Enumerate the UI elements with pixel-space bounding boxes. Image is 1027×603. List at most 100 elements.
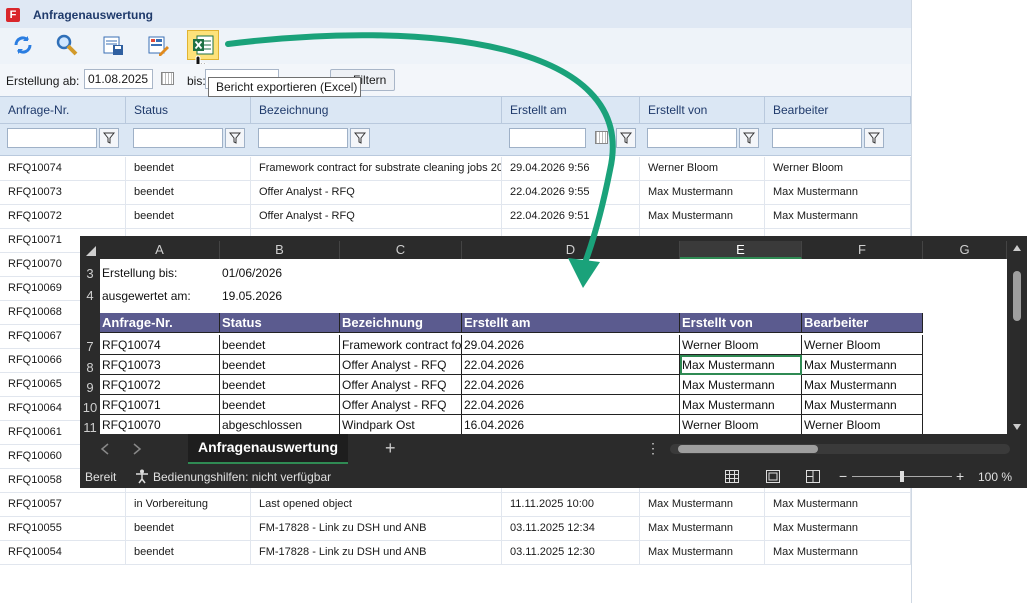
excel-cell[interactable]: Werner Bloom (680, 335, 802, 355)
filter-funnel-button[interactable] (99, 128, 119, 148)
refresh-button[interactable] (7, 30, 39, 60)
zoom-slider[interactable] (852, 471, 952, 482)
excel-cell[interactable]: Max Mustermann (802, 375, 923, 395)
excel-cell[interactable]: Offer Analyst - RFQ (340, 375, 462, 395)
filter-funnel-button[interactable] (864, 128, 884, 148)
excel-cell[interactable]: RFQ10071 (100, 395, 220, 415)
excel-cell[interactable]: beendet (220, 355, 340, 375)
normal-view-icon[interactable] (725, 470, 739, 483)
excel-cell[interactable]: abgeschlossen (220, 415, 340, 434)
excel-cell[interactable]: 22.04.2026 (462, 355, 680, 375)
vertical-scroll-thumb[interactable] (1013, 271, 1021, 321)
add-sheet-button[interactable]: + (385, 438, 396, 459)
excel-cell[interactable]: Max Mustermann (680, 395, 802, 415)
excel-sheet[interactable]: Erstellung bis: 01/06/2026 ausgewertet am:… (100, 259, 1007, 434)
save-report-button[interactable] (97, 30, 129, 60)
excel-cell[interactable]: Werner Bloom (802, 415, 923, 434)
table-row[interactable]: RFQ10057 in Vorbereitung Last opened objec… (0, 493, 911, 517)
excel-header-cell[interactable]: Status (220, 313, 340, 333)
created-from-input[interactable]: 01.08.2025 (84, 69, 153, 89)
excel-column-c[interactable]: C (340, 241, 462, 259)
column-header[interactable]: Erstellt von (640, 97, 765, 123)
excel-column-f[interactable]: F (802, 241, 923, 259)
excel-column-d[interactable]: D (462, 241, 680, 259)
excel-cell[interactable]: 29.04.2026 (462, 335, 680, 355)
scroll-down-icon[interactable] (1012, 423, 1022, 431)
column-filter-input[interactable] (133, 128, 223, 148)
accessibility-status[interactable]: Bedienungshilfen: nicht verfügbar (153, 470, 331, 484)
column-filter-input[interactable] (509, 128, 586, 148)
excel-cell[interactable]: Max Mustermann (802, 355, 923, 375)
column-header[interactable]: Erstellt am (502, 97, 640, 123)
accessibility-icon[interactable] (135, 469, 149, 484)
excel-row-header[interactable]: 4 (80, 285, 100, 307)
excel-cell[interactable]: beendet (220, 395, 340, 415)
excel-cell[interactable]: 16.04.2026 (462, 415, 680, 434)
tab-next-icon[interactable] (132, 443, 142, 455)
column-header[interactable]: Bearbeiter (765, 97, 911, 123)
excel-cell[interactable]: Werner Bloom (680, 415, 802, 434)
excel-cell[interactable]: RFQ10073 (100, 355, 220, 375)
excel-header-cell[interactable]: Erstellt am (462, 313, 680, 333)
excel-horizontal-scrollbar[interactable] (670, 444, 1010, 454)
excel-header-cell[interactable]: Erstellt von (680, 313, 802, 333)
excel-meta-value[interactable]: 19.05.2026 (220, 286, 380, 306)
horizontal-scroll-thumb[interactable] (678, 445, 818, 453)
excel-meta-label[interactable]: ausgewertet am: (100, 286, 220, 306)
table-row[interactable]: RFQ10072 beendet Offer Analyst - RFQ 22.04.… (0, 205, 911, 229)
excel-cell[interactable]: 22.04.2026 (462, 375, 680, 395)
calendar-icon[interactable] (595, 131, 608, 144)
excel-cell[interactable]: RFQ10070 (100, 415, 220, 434)
calendar-icon[interactable] (161, 72, 174, 85)
excel-row-header[interactable]: 8 (80, 358, 100, 378)
zoom-in-button[interactable]: + (956, 468, 964, 484)
excel-selected-cell[interactable]: Max Mustermann (680, 355, 802, 375)
excel-cell[interactable]: RFQ10074 (100, 335, 220, 355)
select-all-icon[interactable] (80, 241, 100, 259)
column-filter-input[interactable] (258, 128, 348, 148)
edit-report-button[interactable] (142, 30, 174, 60)
excel-column-a[interactable]: A (100, 241, 220, 259)
sheet-tab-anfragenauswertung[interactable]: Anfragenauswertung (188, 434, 349, 464)
column-header[interactable]: Status (126, 97, 251, 123)
more-options-icon[interactable]: ⋮ (646, 440, 660, 457)
tab-prev-icon[interactable] (100, 443, 110, 455)
table-row[interactable]: RFQ10054 beendet FM-17828 - Link zu DSH un… (0, 541, 911, 565)
excel-header-cell[interactable]: Bezeichnung (340, 313, 462, 333)
zoom-out-button[interactable]: − (839, 468, 847, 484)
column-header[interactable]: Anfrage-Nr. (0, 97, 126, 123)
column-header[interactable]: Bezeichnung (251, 97, 502, 123)
excel-row-header[interactable] (80, 307, 100, 335)
column-filter-input[interactable] (647, 128, 737, 148)
excel-cell[interactable]: 22.04.2026 (462, 395, 680, 415)
excel-column-g[interactable]: G (923, 241, 1007, 259)
excel-meta-label[interactable]: Erstellung bis: (100, 263, 220, 283)
excel-cell[interactable]: RFQ10072 (100, 375, 220, 395)
column-filter-input[interactable] (7, 128, 97, 148)
excel-row-header[interactable]: 9 (80, 378, 100, 398)
excel-meta-value[interactable]: 01/06/2026 (220, 263, 380, 283)
excel-column-e[interactable]: E (680, 241, 802, 259)
excel-row-header[interactable]: 10 (80, 398, 100, 418)
table-row[interactable]: RFQ10073 beendet Offer Analyst - RFQ 22.04.… (0, 181, 911, 205)
excel-cell[interactable]: Max Mustermann (802, 395, 923, 415)
excel-header-cell[interactable]: Anfrage-Nr. (100, 313, 220, 333)
page-break-icon[interactable] (806, 470, 820, 483)
excel-cell[interactable]: Windpark Ost (340, 415, 462, 434)
excel-cell[interactable]: Offer Analyst - RFQ (340, 395, 462, 415)
excel-vertical-scrollbar[interactable] (1007, 241, 1027, 434)
excel-header-cell[interactable]: Bearbeiter (802, 313, 923, 333)
excel-cell[interactable]: Werner Bloom (802, 335, 923, 355)
column-filter-input[interactable] (772, 128, 862, 148)
filter-funnel-button[interactable] (616, 128, 636, 148)
scroll-up-icon[interactable] (1012, 244, 1022, 252)
table-row[interactable]: RFQ10055 beendet FM-17828 - Link zu DSH un… (0, 517, 911, 541)
zoom-level[interactable]: 100 % (978, 470, 1012, 484)
excel-cell[interactable]: beendet (220, 375, 340, 395)
excel-column-b[interactable]: B (220, 241, 340, 259)
excel-cell[interactable]: Framework contract for substrate cleanin… (340, 335, 462, 355)
excel-row-header[interactable]: 3 (80, 262, 100, 285)
filter-funnel-button[interactable] (225, 128, 245, 148)
page-layout-icon[interactable] (766, 470, 780, 483)
excel-row-header[interactable]: 7 (80, 335, 100, 358)
